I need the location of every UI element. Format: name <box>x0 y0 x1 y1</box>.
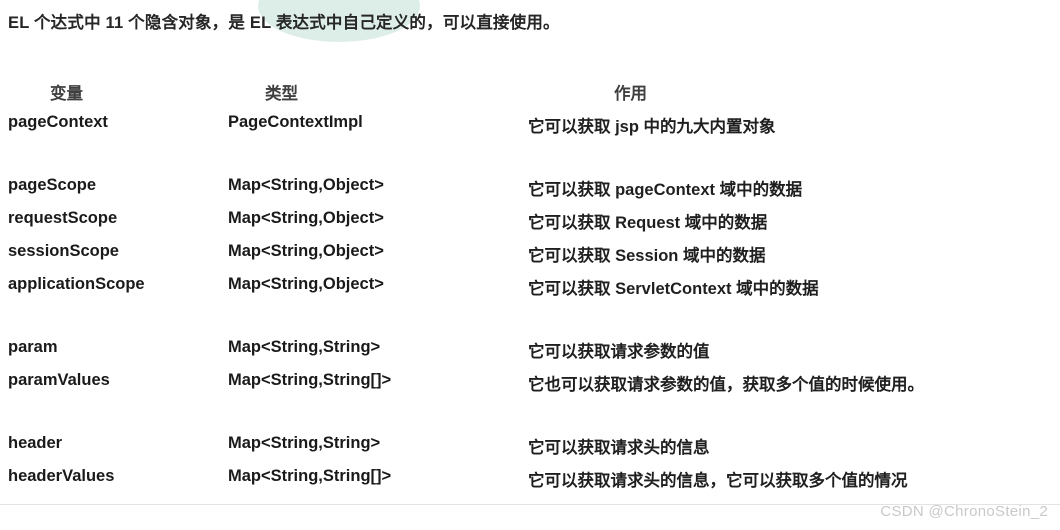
table-cell-type: Map<String,Object> <box>228 242 384 260</box>
table-cell-usage: 它可以获取请求头的信息，它可以获取多个值的情况 <box>528 472 908 490</box>
document-page: EL 个达式中 11 个隐含对象，是 EL 表达式中自己定义的，可以直接使用。 … <box>0 0 1060 530</box>
table-cell-type: Map<String,String> <box>228 434 381 452</box>
table-cell-usage: 它也可以获取请求参数的值，获取多个值的时候使用。 <box>528 376 924 394</box>
table-row: pageScope <box>8 176 97 194</box>
table-cell-type: Map<String,String> <box>228 338 381 356</box>
table-cell-type: Map<String,String[]> <box>228 467 392 485</box>
table-row: sessionScope <box>8 242 119 260</box>
table-row: paramValues <box>8 371 110 389</box>
column-header-usage: 作用 <box>614 85 647 103</box>
table-cell-type: Map<String,Object> <box>228 176 384 194</box>
table-cell-usage: 它可以获取 Session 域中的数据 <box>528 247 766 265</box>
table-row: applicationScope <box>8 275 145 293</box>
table-cell-usage: 它可以获取 Request 域中的数据 <box>528 214 768 232</box>
table-row: param <box>8 338 58 356</box>
table-row: headerValues <box>8 467 115 485</box>
table-row: requestScope <box>8 209 118 227</box>
csdn-watermark: CSDN @ChronoStein_2 <box>880 503 1048 520</box>
table-cell-type: Map<String,Object> <box>228 209 384 227</box>
table-row: pageContext <box>8 113 108 131</box>
column-header-type: 类型 <box>265 85 298 103</box>
column-header-variable: 变量 <box>50 85 83 103</box>
table-cell-usage: 它可以获取请求参数的值 <box>528 343 710 361</box>
table-cell-type: PageContextImpl <box>228 113 363 131</box>
intro-paragraph: EL 个达式中 11 个隐含对象，是 EL 表达式中自己定义的，可以直接使用。 <box>8 14 560 32</box>
table-cell-usage: 它可以获取 pageContext 域中的数据 <box>528 181 803 199</box>
table-cell-type: Map<String,Object> <box>228 275 384 293</box>
table-cell-type: Map<String,String[]> <box>228 371 392 389</box>
table-cell-usage: 它可以获取 jsp 中的九大内置对象 <box>528 118 776 136</box>
table-row: header <box>8 434 63 452</box>
table-cell-usage: 它可以获取请求头的信息 <box>528 439 710 457</box>
table-cell-usage: 它可以获取 ServletContext 域中的数据 <box>528 280 819 298</box>
